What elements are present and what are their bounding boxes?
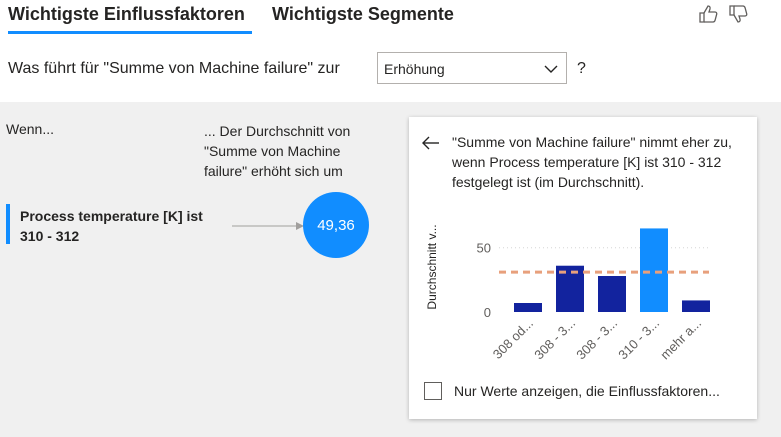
analysis-question: Was führt für "Summe von Machine failure… <box>8 60 340 77</box>
influencer-item-label[interactable]: Process temperature [K] ist 310 - 312 <box>20 206 220 246</box>
chart-bar <box>598 276 626 312</box>
y-tick-label: 50 <box>477 241 491 256</box>
influencer-selection-bar <box>6 204 10 244</box>
direction-dropdown[interactable]: Erhöhung <box>377 52 567 84</box>
checkbox-label: Nur Werte anzeigen, die Einflussfaktoren… <box>454 383 720 399</box>
chart-bar <box>682 300 710 312</box>
chart-bar <box>640 228 668 312</box>
tab-key-influencers[interactable]: Wichtigste Einflussfaktoren <box>8 4 245 25</box>
y-axis-label: Durchschnitt v... <box>425 224 439 309</box>
x-tick-label: 310 - 3... <box>615 316 662 363</box>
thumbs-down-icon[interactable] <box>728 4 750 24</box>
x-tick-label: 308 - 3... <box>531 316 578 363</box>
dropdown-selected-value: Erhöhung <box>384 61 445 77</box>
back-arrow-icon[interactable] <box>422 136 440 150</box>
influence-value-bubble[interactable]: 49,36 <box>303 192 369 258</box>
column-header-if: Wenn... <box>6 121 54 137</box>
y-tick-label: 0 <box>484 305 491 320</box>
only-influencers-checkbox[interactable] <box>424 382 442 400</box>
x-tick-label: 308 - 3... <box>573 316 620 363</box>
detail-bar-chart: 050Durchschnitt v...308 od...308 - 3...3… <box>425 224 710 363</box>
thumbs-up-icon[interactable] <box>698 4 720 24</box>
x-tick-label: mehr a... <box>657 316 704 363</box>
chart-bar <box>514 303 542 312</box>
x-tick-label: 308 od... <box>490 316 536 362</box>
tab-top-segments[interactable]: Wichtigste Segmente <box>272 4 454 25</box>
column-header-average: ... Der Durchschnitt von "Summe von Mach… <box>204 123 351 179</box>
chevron-down-icon <box>544 62 558 74</box>
active-tab-indicator <box>8 31 252 34</box>
connector-arrow <box>232 219 308 231</box>
detail-description: "Summe von Machine failure" nimmt eher z… <box>452 134 732 190</box>
question-suffix: ? <box>577 60 586 77</box>
